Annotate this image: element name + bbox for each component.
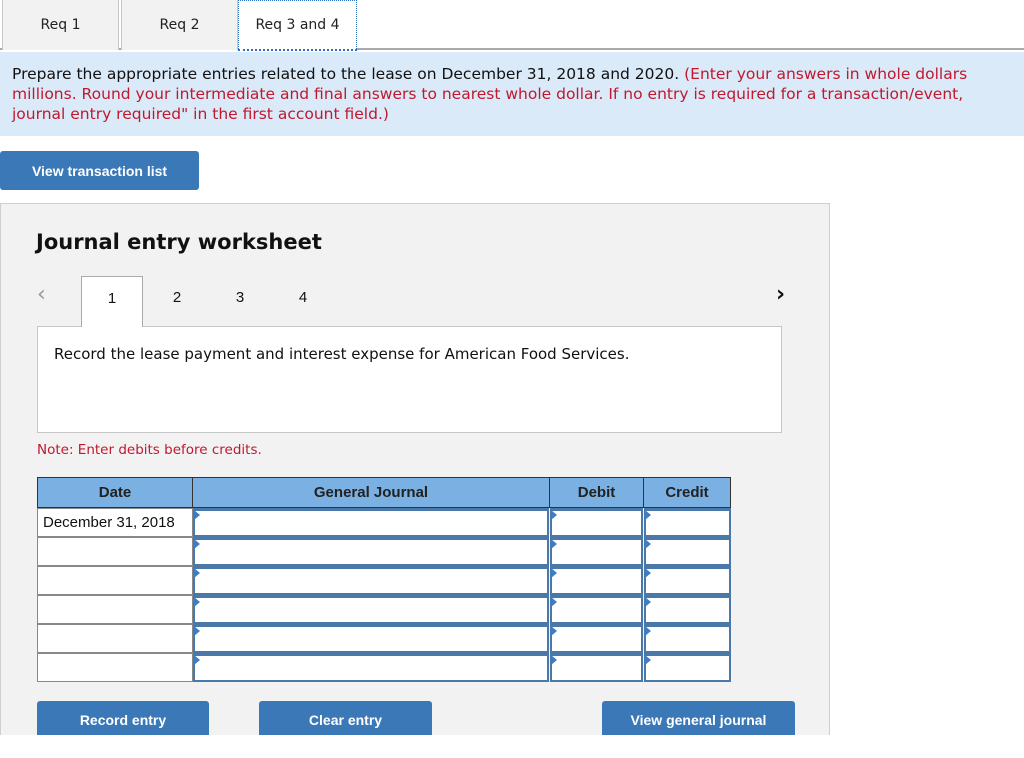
instructions-note-1: (Enter your answers in whole dollars [684, 65, 968, 83]
step-tab-4[interactable]: 4 [273, 276, 333, 326]
date-cell [37, 653, 193, 682]
transaction-description-text: Record the lease payment and interest ex… [54, 345, 630, 363]
debit-input[interactable] [550, 537, 643, 566]
viewport-bottom [0, 735, 1024, 758]
worksheet-title: Journal entry worksheet [36, 230, 322, 254]
transaction-description: Record the lease payment and interest ex… [37, 326, 782, 433]
view-transaction-list-button[interactable]: View transaction list [0, 151, 199, 190]
credit-input[interactable] [644, 653, 731, 682]
tab-req-2[interactable]: Req 2 [121, 0, 238, 50]
header-debit: Debit [549, 477, 644, 508]
view-general-journal-button[interactable]: View general journal [602, 701, 795, 739]
debit-input[interactable] [550, 595, 643, 624]
tab-req-1[interactable]: Req 1 [2, 0, 119, 50]
instructions-banner: Prepare the appropriate entries related … [0, 52, 1024, 136]
account-input[interactable] [193, 537, 549, 566]
credit-input[interactable] [644, 624, 731, 653]
credit-input[interactable] [644, 595, 731, 624]
date-cell [37, 624, 193, 653]
credit-input[interactable] [644, 537, 731, 566]
header-general-journal: General Journal [192, 477, 550, 508]
debit-credit-note: Note: Enter debits before credits. [37, 442, 262, 458]
account-input[interactable] [193, 508, 549, 537]
tab-req-3-and-4[interactable]: Req 3 and 4 [238, 0, 357, 51]
instructions-note-3: journal entry required" in the first acc… [12, 105, 389, 123]
date-cell [37, 595, 193, 624]
date-cell [37, 537, 193, 566]
header-credit: Credit [643, 477, 731, 508]
account-input[interactable] [193, 595, 549, 624]
header-date: Date [37, 477, 193, 508]
chevron-left-icon[interactable]: ‹ [37, 282, 46, 307]
journal-entry-worksheet-panel: Journal entry worksheet ‹ 1 2 3 4 › Reco… [0, 203, 830, 758]
requirement-tabs: Req 1 Req 2 Req 3 and 4 [0, 0, 1024, 51]
clear-entry-button[interactable]: Clear entry [259, 701, 432, 739]
account-input[interactable] [193, 566, 549, 595]
instructions-line-1: Prepare the appropriate entries related … [12, 64, 1012, 84]
account-input[interactable] [193, 624, 549, 653]
step-tab-3[interactable]: 3 [210, 276, 270, 326]
credit-input[interactable] [644, 508, 731, 537]
step-tab-2[interactable]: 2 [147, 276, 207, 326]
debit-input[interactable] [550, 508, 643, 537]
instructions-note-2: millions. Round your intermediate and fi… [12, 85, 964, 103]
debit-input[interactable] [550, 566, 643, 595]
date-cell [37, 566, 193, 595]
instructions-main: Prepare the appropriate entries related … [12, 65, 680, 83]
credit-input[interactable] [644, 566, 731, 595]
date-cell: December 31, 2018 [37, 508, 193, 537]
debit-input[interactable] [550, 653, 643, 682]
debit-input[interactable] [550, 624, 643, 653]
account-input[interactable] [193, 653, 549, 682]
chevron-right-icon[interactable]: › [776, 282, 785, 307]
step-tab-1[interactable]: 1 [81, 276, 143, 327]
record-entry-button[interactable]: Record entry [37, 701, 209, 739]
